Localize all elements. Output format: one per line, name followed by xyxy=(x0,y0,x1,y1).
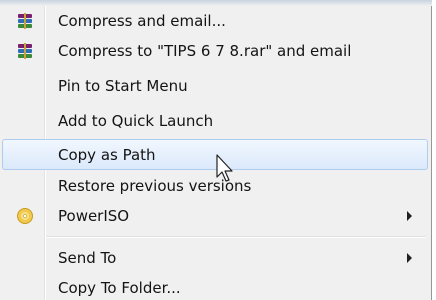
mouse-pointer-icon xyxy=(215,154,237,184)
screen: Compress and email... Compress to "TIPS … xyxy=(0,0,436,300)
menu-item-pin-to-start-menu[interactable]: Pin to Start Menu xyxy=(2,71,428,101)
menu-item-label: Compress and email... xyxy=(58,12,226,30)
menu-item-label: PowerISO xyxy=(58,207,130,225)
winrar-icon xyxy=(16,12,34,30)
context-menu: Compress and email... Compress to "TIPS … xyxy=(0,0,432,300)
menu-item-label: Copy as Path xyxy=(58,145,156,164)
menu-item-label: Compress to "TIPS 6 7 8.rar" and email xyxy=(58,42,352,60)
menu-item-label: Add to Quick Launch xyxy=(58,112,214,130)
menu-item-label: Send To xyxy=(58,249,117,267)
winrar-icon xyxy=(16,42,34,60)
menu-item-copy-to-folder[interactable]: Copy To Folder... xyxy=(2,273,428,300)
menu-item-compress-to-rar-and-email[interactable]: Compress to "TIPS 6 7 8.rar" and email xyxy=(2,36,428,66)
menu-item-add-to-quick-launch[interactable]: Add to Quick Launch xyxy=(2,106,428,136)
menu-item-label: Pin to Start Menu xyxy=(58,77,188,95)
submenu-arrow-icon xyxy=(407,253,412,263)
menu-item-label: Copy To Folder... xyxy=(58,279,181,297)
poweriso-icon xyxy=(16,207,34,225)
submenu-arrow-icon xyxy=(407,211,412,221)
menu-separator xyxy=(46,236,426,238)
menu-item-send-to[interactable]: Send To xyxy=(2,243,428,273)
menu-item-poweriso[interactable]: PowerISO xyxy=(2,201,428,231)
menu-item-compress-and-email[interactable]: Compress and email... xyxy=(2,6,428,36)
